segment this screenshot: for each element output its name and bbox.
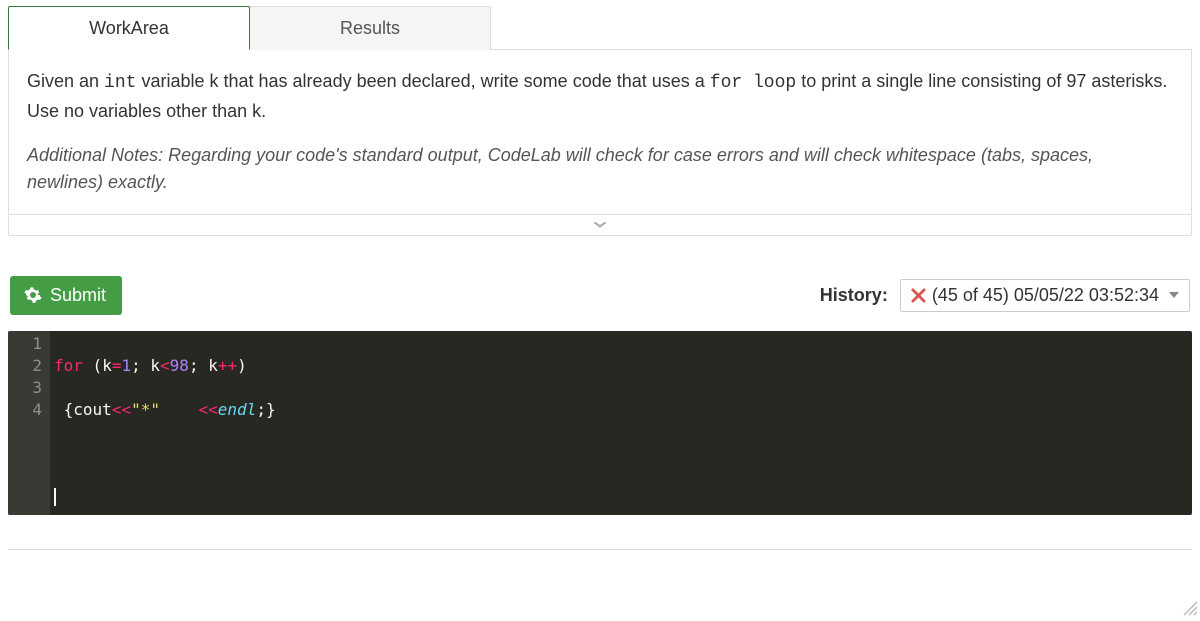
token-punct: ;: [189, 356, 199, 375]
code-editor[interactable]: 1 2 3 4 for (k=1; k<98; k++) {cout<<"*" …: [8, 331, 1192, 515]
token-op: <<: [199, 400, 218, 419]
controls-row: Submit History: (45 of 45) 05/05/22 03:5…: [8, 276, 1192, 315]
resize-icon: [1180, 598, 1198, 616]
history-entry-text: (45 of 45) 05/05/22 03:52:34: [932, 285, 1159, 306]
tab-results[interactable]: Results: [249, 6, 491, 50]
submit-label: Submit: [50, 285, 106, 306]
chevron-down-icon: [592, 220, 608, 230]
line-number: 4: [20, 399, 42, 421]
history-block: History: (45 of 45) 05/05/22 03:52:34: [820, 279, 1190, 312]
token-keyword: for: [54, 356, 83, 375]
gear-icon: [24, 286, 42, 304]
token-punct: (: [93, 356, 103, 375]
token-ident: k: [208, 356, 218, 375]
problem-text: variable k that has already been declare…: [136, 71, 709, 91]
problem-statement: Given an int variable k that has already…: [27, 68, 1171, 126]
problem-text: Given an: [27, 71, 104, 91]
token-ident: cout: [73, 400, 112, 419]
token-space: [141, 356, 151, 375]
token-ident: k: [150, 356, 160, 375]
problem-panel: Given an int variable k that has already…: [8, 50, 1192, 215]
x-icon: [911, 288, 926, 303]
token-punct: }: [266, 400, 276, 419]
divider: [8, 549, 1192, 550]
submit-button[interactable]: Submit: [10, 276, 122, 315]
token-number: 98: [170, 356, 189, 375]
collapse-toggle[interactable]: [8, 215, 1192, 236]
tabstrip: WorkArea Results: [8, 4, 1192, 50]
token-op: <: [160, 356, 170, 375]
line-number: 1: [20, 333, 42, 355]
tab-workarea[interactable]: WorkArea: [8, 6, 250, 50]
code-literal: for loop: [710, 73, 796, 93]
token-op: ++: [218, 356, 237, 375]
token-punct: ): [237, 356, 247, 375]
token-number: 1: [121, 356, 131, 375]
token-punct: {: [64, 400, 74, 419]
token-string: "*": [131, 400, 160, 419]
token-ident: k: [102, 356, 112, 375]
editor-gutter: 1 2 3 4: [8, 331, 50, 515]
line-number: 2: [20, 355, 42, 377]
line-number: 3: [20, 377, 42, 399]
token-punct: ;: [256, 400, 266, 419]
text-cursor: [54, 488, 56, 506]
token-punct: ;: [131, 356, 141, 375]
history-select[interactable]: (45 of 45) 05/05/22 03:52:34: [900, 279, 1190, 312]
editor-content[interactable]: for (k=1; k<98; k++) {cout<<"*" <<endl;}: [50, 331, 1192, 515]
token-space: [160, 400, 199, 419]
token-space: [199, 356, 209, 375]
problem-notes: Additional Notes: Regarding your code's …: [27, 142, 1171, 196]
resize-handle[interactable]: [1180, 598, 1198, 616]
history-label: History:: [820, 285, 888, 306]
token-op: <<: [112, 400, 131, 419]
token-endl: endl: [218, 400, 257, 419]
caret-down-icon: [1169, 292, 1179, 298]
code-literal: int: [104, 73, 136, 93]
